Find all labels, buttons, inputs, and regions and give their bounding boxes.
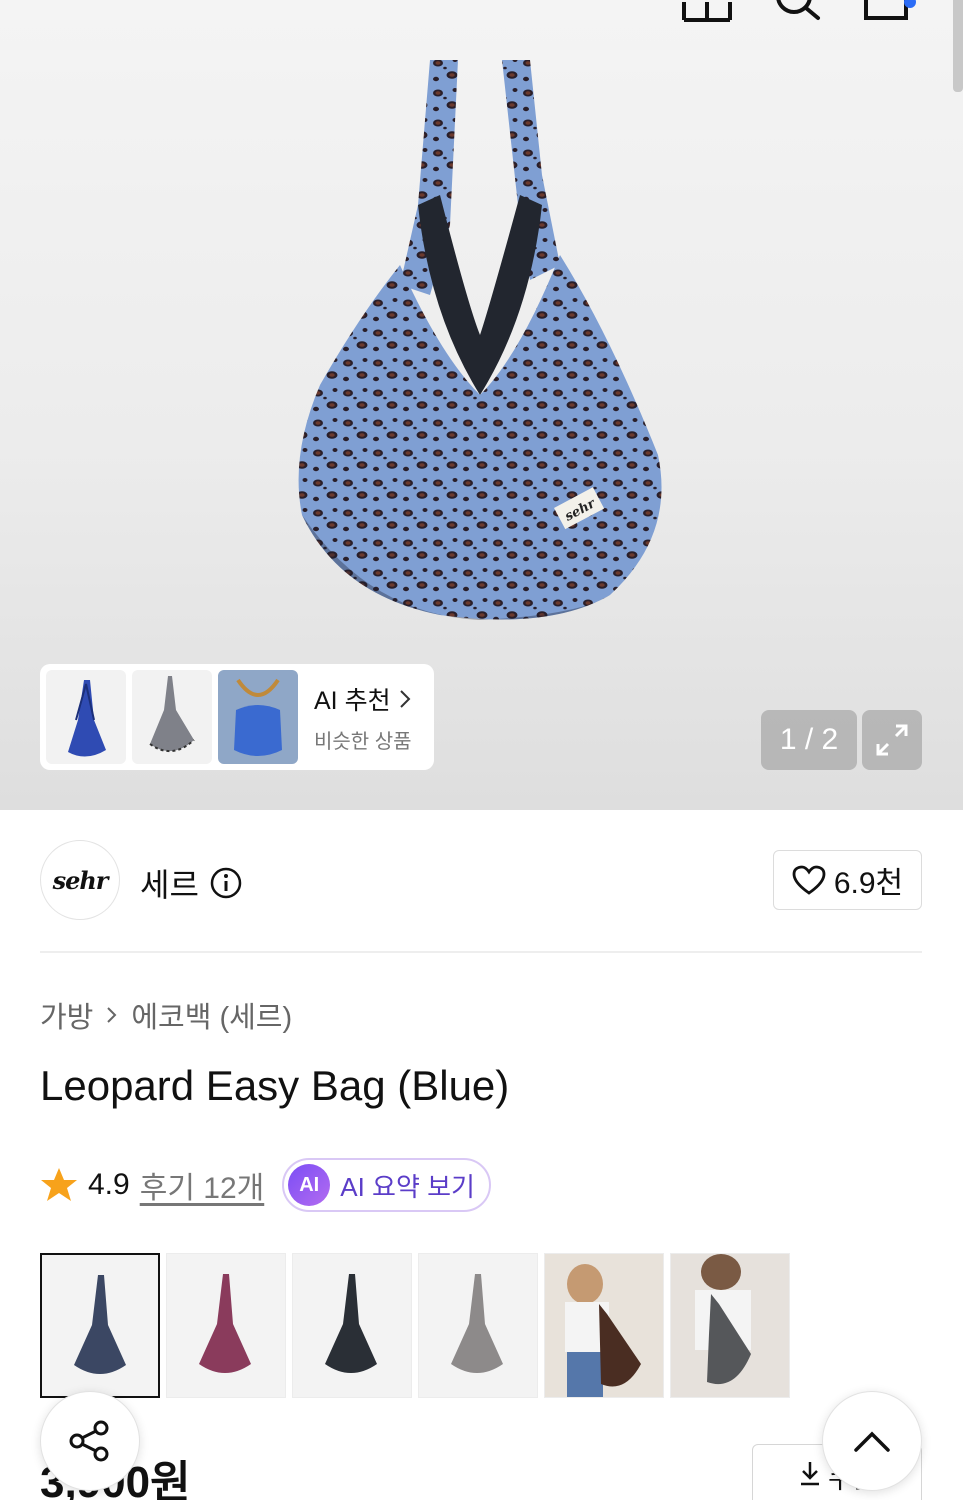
expand-icon xyxy=(876,724,908,756)
ai-recommend-title: AI 추천 xyxy=(314,686,391,715)
cart-icon[interactable] xyxy=(860,0,920,22)
similar-product-thumb[interactable] xyxy=(132,670,212,764)
chevron-right-icon xyxy=(107,1007,117,1023)
like-button[interactable]: 6.9천 xyxy=(773,850,922,910)
variant-image xyxy=(671,1254,789,1397)
brand-name-link[interactable]: 세르 xyxy=(140,860,243,906)
variant-option[interactable] xyxy=(670,1253,790,1398)
scrollbar[interactable] xyxy=(953,0,963,92)
product-main-image: sehr xyxy=(298,60,662,620)
divider xyxy=(40,951,922,953)
ai-summary-button[interactable]: AI AI 요약 보기 xyxy=(282,1158,491,1212)
variant-image xyxy=(545,1254,663,1397)
variant-option[interactable] xyxy=(166,1253,286,1398)
variant-image xyxy=(293,1254,411,1397)
variant-image xyxy=(419,1254,537,1397)
scroll-top-button[interactable] xyxy=(822,1391,922,1491)
brand-row: sehr 세르 6.9천 xyxy=(40,840,922,920)
share-icon xyxy=(69,1420,109,1462)
ai-summary-label: AI 요약 보기 xyxy=(340,1171,475,1202)
ai-badge: AI xyxy=(288,1164,331,1206)
variant-option[interactable] xyxy=(40,1253,160,1398)
product-image-gallery[interactable]: sehr AI 추천 비슷한 상품 1 / 2 xyxy=(0,0,963,810)
breadcrumb: 가방 에코백 (세르) xyxy=(40,994,292,1036)
variant-option[interactable] xyxy=(292,1253,412,1398)
breadcrumb-category[interactable]: 가방 xyxy=(40,994,93,1036)
star-icon xyxy=(41,1168,77,1201)
expand-button[interactable] xyxy=(862,710,922,770)
rating-value: 4.9 xyxy=(88,1168,130,1201)
heart-icon xyxy=(792,865,826,895)
variant-image xyxy=(42,1255,158,1396)
ai-recommend-subtitle: 비슷한 상품 xyxy=(314,730,412,753)
similar-product-thumb[interactable] xyxy=(218,670,298,764)
color-variant-list xyxy=(40,1253,790,1398)
download-icon xyxy=(801,1462,820,1486)
variant-image xyxy=(167,1254,285,1397)
rating-row: 4.9 후기 12개 AI AI 요약 보기 xyxy=(40,1158,491,1212)
breadcrumb-subcategory[interactable]: 에코백 (세르) xyxy=(131,994,292,1036)
ai-recommend-panel[interactable]: AI 추천 비슷한 상품 xyxy=(40,664,434,770)
brand-logo-text: sehr xyxy=(52,865,109,895)
info-icon[interactable] xyxy=(209,866,243,900)
chevron-up-icon xyxy=(854,1431,890,1452)
product-title: Leopard Easy Bag (Blue) xyxy=(40,1062,510,1109)
variant-option[interactable] xyxy=(544,1253,664,1398)
image-counter: 1 / 2 xyxy=(761,710,857,770)
back-icon[interactable] xyxy=(40,0,100,22)
brand-logo[interactable]: sehr xyxy=(40,840,120,920)
search-icon[interactable] xyxy=(768,0,828,22)
review-count-link[interactable]: 후기 12개 xyxy=(140,1163,265,1207)
share-button[interactable] xyxy=(40,1391,140,1491)
like-count: 6.9천 xyxy=(833,867,904,900)
variant-option[interactable] xyxy=(418,1253,538,1398)
home-icon[interactable] xyxy=(678,0,738,22)
similar-product-thumb[interactable] xyxy=(46,670,126,764)
brand-name: 세르 xyxy=(140,867,199,903)
chevron-right-icon xyxy=(399,689,410,708)
